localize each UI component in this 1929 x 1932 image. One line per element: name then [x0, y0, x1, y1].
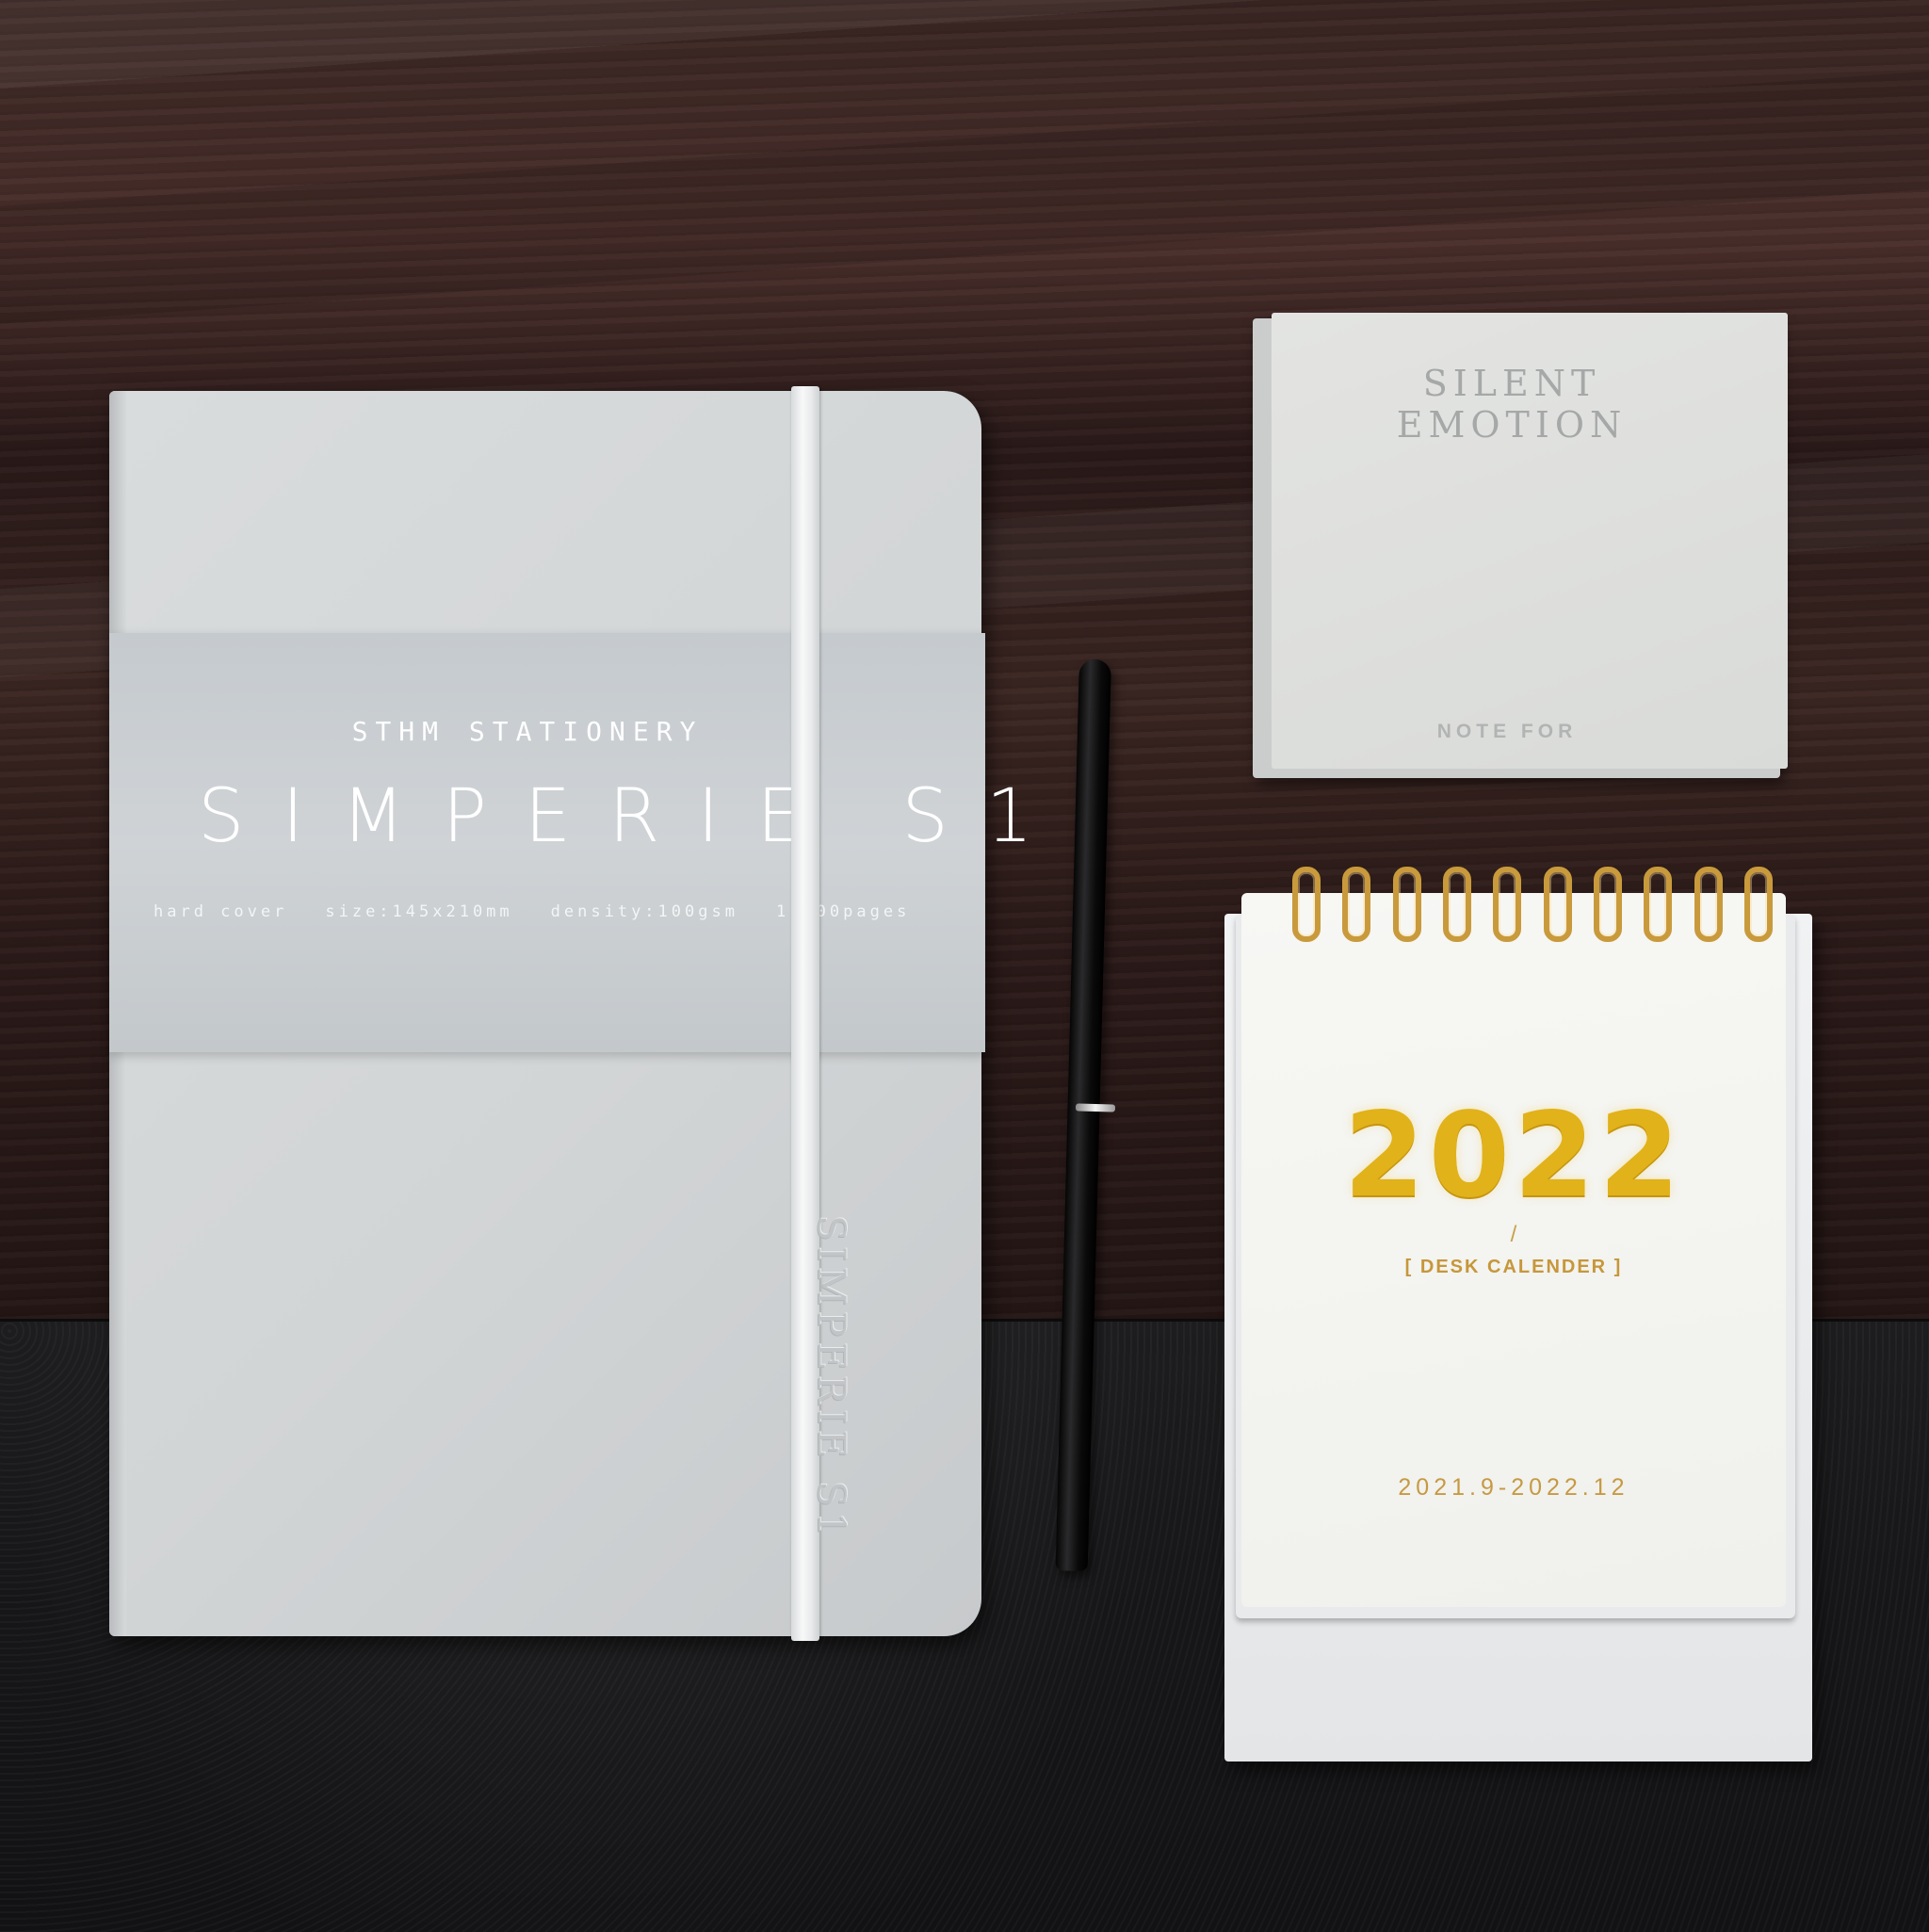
- calendar-date-range: 2021.9-2022.12: [1398, 1474, 1629, 1501]
- notebook-brand-label: STHM STATIONERY: [351, 716, 704, 747]
- calendar-slash: /: [1510, 1222, 1517, 1247]
- calendar-ring: [1543, 867, 1572, 942]
- calendar-spiral-binding: [1292, 867, 1773, 942]
- notebook-spec-cover: hard cover: [154, 902, 288, 921]
- notebook-spec-size: size:145x210mm: [325, 902, 513, 921]
- calendar-ring: [1342, 867, 1371, 942]
- calendar-ring: [1493, 867, 1522, 942]
- calendar-ring: [1442, 867, 1471, 942]
- notebook-embossed-title: SIMPERIE S1: [809, 1215, 852, 1542]
- calendar-year: 2022: [1343, 1088, 1684, 1224]
- sticky-notes-title: SILENT EMOTION: [1396, 363, 1628, 446]
- calendar-ring: [1392, 867, 1421, 942]
- calendar-ring: [1743, 867, 1773, 942]
- pen-silver-ring: [1075, 1103, 1116, 1112]
- notebook-specs: hard cover size:145x210mm density:100gsm…: [154, 902, 973, 921]
- calendar-subtitle: [ DESK CALENDER ]: [1404, 1257, 1623, 1277]
- calendar-ring: [1644, 867, 1673, 942]
- sticky-notes-footer: NOTE FOR: [1436, 721, 1578, 742]
- calendar-ring: [1593, 867, 1622, 942]
- calendar-ring: [1694, 867, 1723, 942]
- notebook-title: SIMPERIE S1: [198, 774, 1071, 859]
- notebook-spec-density: density:100gsm: [550, 902, 738, 921]
- calendar-ring: [1292, 867, 1321, 942]
